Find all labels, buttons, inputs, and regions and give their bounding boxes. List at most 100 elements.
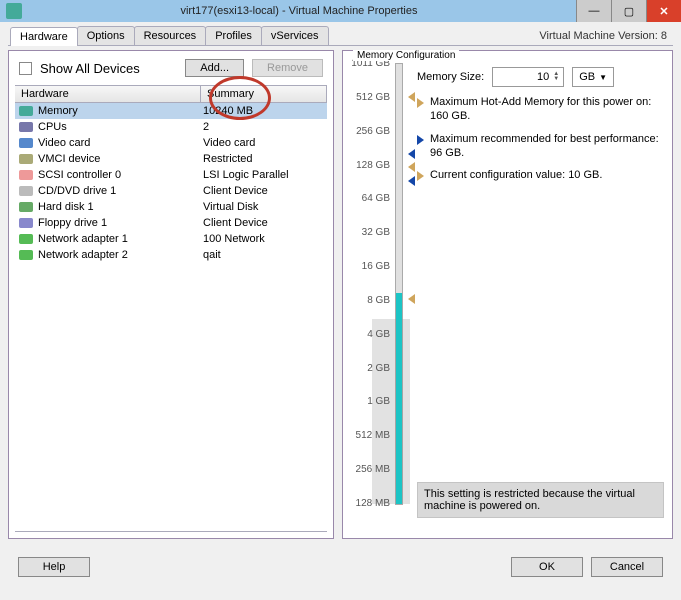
- table-row[interactable]: VMCI device Restricted: [15, 151, 327, 167]
- memory-icon: [18, 104, 34, 118]
- remove-button: Remove: [252, 59, 323, 77]
- table-row[interactable]: Network adapter 1 100 Network: [15, 231, 327, 247]
- scsi-icon: [18, 168, 34, 182]
- vm-version-label: Virtual Machine Version: 8: [539, 30, 667, 42]
- memory-unit-select[interactable]: GB ▼: [572, 67, 614, 87]
- vmci-icon: [18, 152, 34, 166]
- nic-icon: [18, 248, 34, 262]
- tab-options[interactable]: Options: [77, 26, 135, 45]
- table-row[interactable]: Memory 10240 MB: [15, 103, 327, 119]
- table-row[interactable]: CD/DVD drive 1 Client Device: [15, 183, 327, 199]
- row-hw-label: Floppy drive 1: [38, 217, 107, 229]
- slider-tick-label: 2 GB: [350, 363, 390, 374]
- info-recommended: Maximum recommended for best performance…: [430, 132, 666, 161]
- info-hotadd: Maximum Hot-Add Memory for this power on…: [430, 95, 666, 124]
- table-row[interactable]: Network adapter 2qait: [15, 247, 327, 263]
- spin-down-icon[interactable]: ▼: [553, 77, 559, 82]
- ok-button[interactable]: OK: [511, 557, 583, 577]
- marker-current-icon: [408, 162, 415, 172]
- slider-tick-label: 128 GB: [350, 160, 390, 171]
- minimize-button[interactable]: —: [576, 0, 611, 22]
- config-column: Memory Size: 10 ▲ ▼ GB ▼: [417, 63, 666, 532]
- row-hw-label: CD/DVD drive 1: [38, 185, 116, 197]
- marker-handle-icon[interactable]: [408, 176, 415, 186]
- marker-cur-legend-icon: [417, 171, 424, 181]
- help-button[interactable]: Help: [18, 557, 90, 577]
- slider-fill: [396, 293, 402, 504]
- row-summary: Client Device: [201, 217, 324, 229]
- marker-hotadd-legend-icon: [417, 98, 424, 108]
- row-hw-label: Hard disk 1: [38, 201, 94, 213]
- row-summary: Video card: [201, 137, 324, 149]
- table-row[interactable]: SCSI controller 0 LSI Logic Parallel: [15, 167, 327, 183]
- memory-unit-value: GB: [579, 71, 595, 83]
- row-hw-label: Video card: [38, 137, 90, 149]
- window-controls: — ▢ ✕: [576, 0, 681, 22]
- slider-tick-label: 128 MB: [350, 498, 390, 509]
- col-hardware[interactable]: Hardware: [15, 86, 201, 102]
- row-hw-label: Memory: [38, 105, 78, 117]
- tab-profiles[interactable]: Profiles: [205, 26, 262, 45]
- row-hw-label: SCSI controller 0: [38, 169, 121, 181]
- list-header: Hardware Summary: [15, 85, 327, 103]
- memory-config-panel: Memory Configuration 1011 GB512 GB256 GB…: [342, 50, 673, 539]
- tab-hardware[interactable]: Hardware: [10, 27, 78, 46]
- show-all-checkbox[interactable]: [19, 62, 32, 75]
- titlebar: virt177(esxi13-local) - Virtual Machine …: [0, 0, 681, 22]
- slider-tick-label: 32 GB: [350, 227, 390, 238]
- marker-rec-legend-icon: [417, 135, 424, 145]
- close-button[interactable]: ✕: [646, 0, 681, 22]
- tab-resources[interactable]: Resources: [134, 26, 207, 45]
- video-icon: [18, 136, 34, 150]
- table-row[interactable]: Floppy drive 1 Client Device: [15, 215, 327, 231]
- row-hw-label: Network adapter 2: [38, 249, 128, 261]
- nic-icon: [18, 232, 34, 246]
- slider-tick-label: 64 GB: [350, 193, 390, 204]
- hardware-list[interactable]: Memory10240 MBCPUs2Video cardVideo cardV…: [15, 103, 327, 532]
- slider-tick-label: 4 GB: [350, 329, 390, 340]
- row-summary: 100 Network: [201, 233, 324, 245]
- add-button[interactable]: Add...: [185, 59, 244, 77]
- marker-lower-icon: [408, 294, 415, 304]
- cpu-icon: [18, 120, 34, 134]
- slider-tick-label: 16 GB: [350, 261, 390, 272]
- tab-vservices[interactable]: vServices: [261, 26, 329, 45]
- window-title: virt177(esxi13-local) - Virtual Machine …: [22, 5, 576, 17]
- restriction-notice: This setting is restricted because the v…: [417, 482, 664, 518]
- disk-icon: [18, 200, 34, 214]
- row-hw-label: Network adapter 1: [38, 233, 128, 245]
- row-summary: Restricted: [201, 153, 324, 165]
- memory-size-value: 10: [497, 71, 549, 83]
- table-row[interactable]: Hard disk 1Virtual Disk: [15, 199, 327, 215]
- memory-slider[interactable]: 1011 GB512 GB256 GB128 GB64 GB32 GB16 GB…: [395, 63, 403, 505]
- slider-tick-label: 512 GB: [350, 92, 390, 103]
- row-summary: LSI Logic Parallel: [201, 169, 324, 181]
- marker-hotadd-icon: [408, 92, 415, 102]
- cancel-button[interactable]: Cancel: [591, 557, 663, 577]
- row-hw-label: VMCI device: [38, 153, 100, 165]
- table-row[interactable]: Video card Video card: [15, 135, 327, 151]
- chevron-down-icon: ▼: [599, 73, 607, 82]
- slider-tick-label: 512 MB: [350, 430, 390, 441]
- memory-config-title: Memory Configuration: [353, 50, 459, 61]
- slider-dim-region: [372, 319, 410, 504]
- memory-size-input[interactable]: 10 ▲ ▼: [492, 67, 564, 87]
- cd-icon: [18, 184, 34, 198]
- slider-tick-label: 256 MB: [350, 464, 390, 475]
- slider-tick-label: 8 GB: [350, 295, 390, 306]
- table-row[interactable]: CPUs2: [15, 119, 327, 135]
- slider-tick-label: 1 GB: [350, 396, 390, 407]
- row-summary: 10240 MB: [201, 105, 324, 117]
- floppy-icon: [18, 216, 34, 230]
- row-hw-label: CPUs: [38, 121, 67, 133]
- col-summary[interactable]: Summary: [201, 86, 327, 102]
- app-icon: [6, 3, 22, 19]
- memory-slider-column: 1011 GB512 GB256 GB128 GB64 GB32 GB16 GB…: [349, 63, 409, 532]
- dialog-footer: Help OK Cancel: [8, 539, 673, 577]
- slider-tick-label: 256 GB: [350, 126, 390, 137]
- hardware-panel: Show All Devices Add... Remove Hardware …: [8, 50, 334, 539]
- maximize-button[interactable]: ▢: [611, 0, 646, 22]
- row-summary: Client Device: [201, 185, 324, 197]
- show-all-label: Show All Devices: [40, 61, 177, 76]
- info-current: Current configuration value: 10 GB.: [430, 168, 666, 182]
